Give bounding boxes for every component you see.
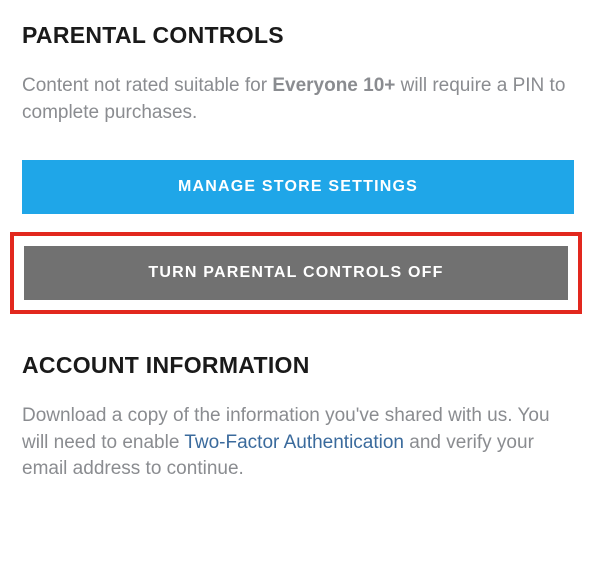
parental-desc-prefix: Content not rated suitable for xyxy=(22,75,272,96)
account-information-description: Download a copy of the information you'v… xyxy=(22,403,574,483)
manage-store-settings-button[interactable]: MANAGE STORE SETTINGS xyxy=(22,160,574,214)
two-factor-authentication-link[interactable]: Two-Factor Authentication xyxy=(184,432,404,453)
turn-parental-controls-off-button[interactable]: TURN PARENTAL CONTROLS OFF xyxy=(24,246,568,300)
account-information-heading: ACCOUNT INFORMATION xyxy=(22,352,574,379)
highlight-box: TURN PARENTAL CONTROLS OFF xyxy=(10,232,582,314)
parental-controls-description: Content not rated suitable for Everyone … xyxy=(22,73,574,126)
parental-desc-rating: Everyone 10+ xyxy=(272,75,395,96)
parental-controls-heading: PARENTAL CONTROLS xyxy=(22,22,574,49)
